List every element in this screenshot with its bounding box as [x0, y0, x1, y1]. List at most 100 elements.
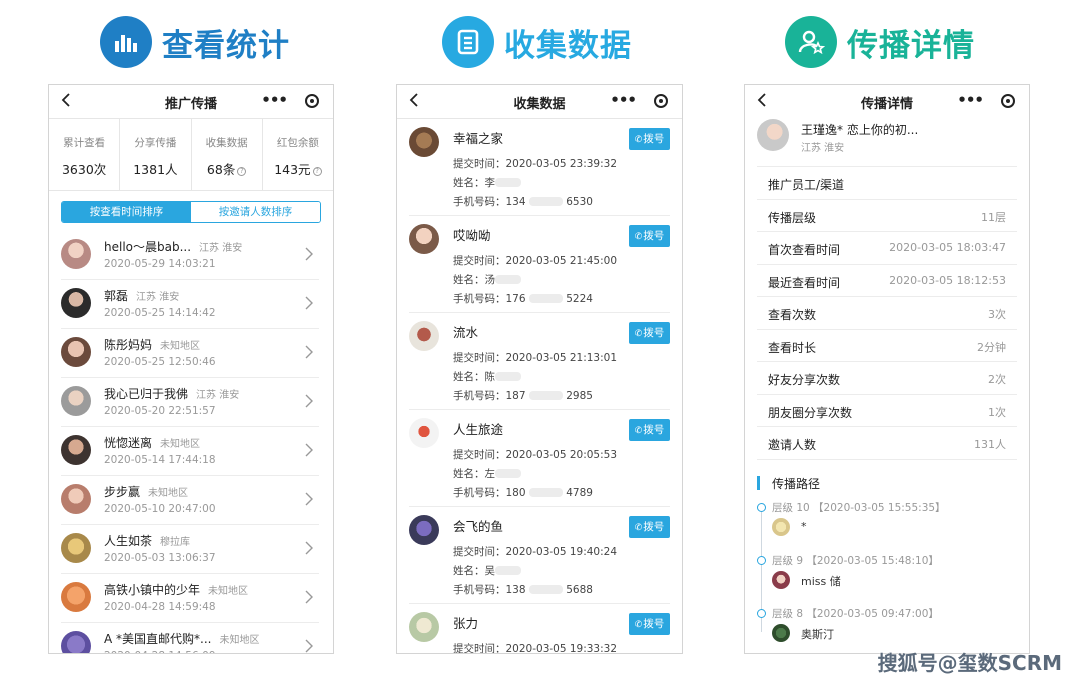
redacted-mask	[495, 372, 521, 381]
stat-value: 1381人	[133, 162, 178, 177]
detail-label: 朋友圈分享次数	[768, 405, 853, 420]
avatar	[409, 515, 439, 545]
dial-button[interactable]: ✆拨号	[629, 128, 670, 150]
avatar	[757, 119, 789, 151]
record-name: 会飞的鱼	[453, 519, 504, 534]
chevron-right-icon[interactable]	[305, 246, 313, 265]
view-time: 2020-05-25 12:50:46	[104, 356, 216, 368]
redacted-mask	[528, 391, 563, 400]
user-location: 未知地区	[208, 586, 249, 597]
dial-button[interactable]: ✆拨号	[629, 322, 670, 344]
more-icon[interactable]: •••	[610, 91, 637, 109]
user-header: 王瑾逸* 恋上你的初... 江苏 淮安	[757, 119, 1017, 167]
submit-time: 提交时间：2020-03-05 19:40:24	[453, 546, 618, 558]
dial-button[interactable]: ✆拨号	[629, 419, 670, 441]
list-item: 会飞的鱼 ✆拨号 提交时间：2020-03-05 19:40:24 姓名：吴 手机号码：…	[409, 507, 670, 604]
close-mini-icon[interactable]	[654, 94, 668, 108]
avatar	[61, 239, 91, 269]
submit-time: 提交时间：2020-03-05 23:39:32	[453, 158, 618, 170]
list-item: 幸福之家 ✆拨号 提交时间：2020-03-05 23:39:32 姓名：李 手机号码：…	[409, 119, 670, 216]
phone-icon: ✆	[634, 232, 643, 242]
path-user: *	[801, 519, 807, 533]
tab-sort-by-invites[interactable]: 按邀请人数排序	[191, 202, 320, 222]
chevron-right-icon[interactable]	[305, 540, 313, 559]
detail-row: 最近查看时间 2020-03-05 18:12:53	[757, 265, 1017, 297]
nav-bar: 传播详情 •••	[745, 85, 1029, 119]
submit-time: 提交时间：2020-03-05 21:13:01	[453, 352, 618, 364]
avatar	[409, 418, 439, 448]
dial-button[interactable]: ✆拨号	[629, 613, 670, 635]
user-name: A *美国直邮代购*... 未知地区	[104, 632, 260, 646]
chevron-right-icon[interactable]	[305, 491, 313, 510]
document-icon	[442, 16, 494, 68]
avatar	[409, 224, 439, 254]
list-item: 张力 ✆拨号 提交时间：2020-03-05 19:33:32	[409, 604, 670, 653]
dial-button[interactable]: ✆拨号	[629, 225, 670, 247]
path-user: 奥斯汀	[801, 627, 834, 641]
page-title: 传播详情	[860, 97, 913, 112]
list-item[interactable]: 我心已归于我佛 江苏 淮安 2020-05-20 22:51:57	[61, 378, 319, 427]
redacted-mask	[495, 469, 521, 478]
list-item[interactable]: 陈彤妈妈 未知地区 2020-05-25 12:50:46	[61, 329, 319, 378]
more-icon[interactable]: •••	[261, 91, 288, 109]
detail-value: 2020-03-05 18:03:47	[889, 241, 1006, 254]
user-star-icon	[785, 16, 837, 68]
list-item[interactable]: hello～晨bab... 江苏 淮安 2020-05-29 14:03:21	[61, 231, 319, 280]
user-location: 未知地区	[160, 439, 201, 450]
nav-bar: 收集数据 •••	[397, 85, 682, 119]
detail-value: 131人	[974, 438, 1006, 451]
list-item[interactable]: A *美国直邮代购*...未知地区 2020-04-28 14:56:09	[61, 623, 319, 653]
section-header-collect: 收集数据	[442, 14, 632, 70]
dial-button[interactable]: ✆拨号	[629, 516, 670, 538]
chevron-right-icon[interactable]	[305, 344, 313, 363]
user-location: 江苏 淮安	[196, 390, 240, 401]
close-mini-icon[interactable]	[1001, 94, 1015, 108]
user-location: 未知地区	[160, 341, 201, 352]
list-item[interactable]: 步步赢 未知地区 2020-05-10 20:47:00	[61, 476, 319, 525]
user-name: 高铁小镇中的少年 未知地区	[104, 583, 249, 597]
user-name: 步步赢 未知地区	[104, 485, 189, 499]
stat-value: 143元?	[263, 159, 333, 178]
chevron-right-icon[interactable]	[305, 393, 313, 412]
user-name: 人生如茶 穆拉库	[104, 534, 191, 548]
detail-value: 3次	[988, 308, 1006, 321]
close-mini-icon[interactable]	[305, 94, 319, 108]
section-header-stats: 查看统计	[100, 14, 290, 70]
stat-value: 68条?	[192, 159, 262, 178]
view-time: 2020-05-29 14:03:21	[104, 258, 216, 270]
help-icon[interactable]: ?	[237, 167, 247, 176]
list-item[interactable]: 高铁小镇中的少年 未知地区 2020-04-28 14:59:48	[61, 574, 319, 623]
chevron-right-icon[interactable]	[305, 589, 313, 608]
detail-label: 查看时长	[768, 340, 817, 355]
list-item[interactable]: 人生如茶 穆拉库 2020-05-03 13:06:37	[61, 525, 319, 574]
phone-icon: ✆	[634, 329, 643, 339]
user-name: 我心已归于我佛 江苏 淮安	[104, 387, 240, 401]
user-location: 江苏 淮安	[199, 243, 243, 254]
avatar	[61, 484, 91, 514]
user-location: 江苏 淮安	[136, 292, 180, 303]
stat-redpacket: 红包余额 143元?	[263, 119, 333, 190]
view-time: 2020-05-14 17:44:18	[104, 454, 216, 466]
path-meta: 层级 9 【2020-03-05 15:48:10】	[772, 554, 939, 567]
detail-row: 邀请人数 131人	[757, 427, 1017, 460]
stat-shares: 分享传播 1381人	[120, 119, 192, 190]
more-icon[interactable]: •••	[957, 91, 984, 109]
list-item[interactable]: 恍惚迷离 未知地区 2020-05-14 17:44:18	[61, 427, 319, 476]
list-item[interactable]: 郭磊 江苏 淮安 2020-05-25 14:14:42	[61, 280, 319, 329]
stat-label: 累计查看	[63, 137, 106, 149]
watermark: 搜狐号@玺数SCRM	[877, 651, 1062, 675]
path-user: miss 储	[801, 574, 841, 588]
stat-collected: 收集数据 68条?	[192, 119, 263, 190]
phone-icon: ✆	[634, 426, 643, 436]
submitter-phone: 手机号码：180 4789	[453, 487, 593, 499]
section-title: 收集数据	[504, 27, 632, 64]
help-icon[interactable]: ?	[312, 167, 322, 176]
chevron-right-icon[interactable]	[305, 638, 313, 653]
detail-value: 2分钟	[977, 340, 1006, 354]
chevron-right-icon[interactable]	[305, 442, 313, 461]
user-location: 江苏 淮安	[801, 143, 845, 154]
record-name: 张力	[453, 616, 479, 631]
submit-time: 提交时间：2020-03-05 21:45:00	[453, 255, 618, 267]
chevron-right-icon[interactable]	[305, 295, 313, 314]
tab-sort-by-view-time[interactable]: 按查看时间排序	[62, 202, 191, 222]
